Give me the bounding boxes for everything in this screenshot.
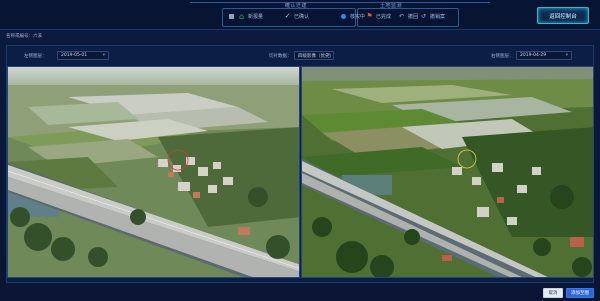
add-to-map-button[interactable]: 添加至图 bbox=[566, 288, 594, 298]
app-window: 確认迁建 土地监测 ⌂ 新报量 ✓ 已确认 核实中 ⚑ 已完成 ↶ 撤回 ↺ 撤… bbox=[0, 0, 600, 301]
left-date-select[interactable]: 2019-05-01 ▾ bbox=[57, 51, 109, 60]
undo-icon: ↶ bbox=[398, 13, 405, 20]
left-date-label: 左侧图层： bbox=[24, 54, 47, 59]
uturn-icon: ↺ bbox=[420, 13, 427, 20]
chevron-down-icon: ▾ bbox=[565, 53, 568, 58]
top-filter-bar: 確认迁建 土地监测 ⌂ 新报量 ✓ 已确认 核实中 ⚑ 已完成 ↶ 撤回 ↺ 撤… bbox=[0, 0, 600, 30]
filter-confirmed-label: 已确认 bbox=[294, 14, 310, 20]
left-aerial-scene bbox=[8, 67, 299, 277]
right-date-label: 右侧图层： bbox=[491, 54, 514, 59]
chevron-down-icon: ▾ bbox=[102, 53, 105, 58]
center-data-select[interactable]: 四级影像（优先） ▾ bbox=[294, 51, 334, 60]
filter-new-label: 新报量 bbox=[248, 14, 264, 20]
house-icon: ⌂ bbox=[238, 12, 245, 21]
filter-done[interactable]: ⚑ 已完成 bbox=[366, 12, 392, 21]
filter-revoked[interactable]: ↺ 撤销案 bbox=[420, 13, 445, 20]
filter-done-label: 已完成 bbox=[376, 14, 392, 20]
right-date-select[interactable]: 2019-04-29 ▾ bbox=[516, 51, 572, 60]
filter-new[interactable]: ⌂ 新报量 bbox=[228, 12, 264, 21]
right-aerial-image[interactable] bbox=[301, 66, 594, 278]
chevron-down-icon: ▾ bbox=[327, 53, 330, 58]
filter-withdraw-label: 撤回 bbox=[408, 14, 419, 20]
compare-controls: 左侧图层： 2019-05-01 ▾ 切片数据： 四级影像（优先） ▾ 右侧图层… bbox=[7, 46, 595, 66]
filter-confirmed[interactable]: ✓ 已确认 bbox=[284, 12, 310, 21]
filter-withdraw[interactable]: ↶ 撤回 bbox=[398, 13, 418, 20]
right-aerial-scene bbox=[302, 67, 593, 277]
back-to-console-button[interactable]: 返回控制台 bbox=[537, 7, 589, 24]
filter-revoked-label: 撤销案 bbox=[430, 14, 446, 20]
filter-verifying-label: 核实中 bbox=[350, 14, 366, 20]
right-date-value: 2019-04-29 bbox=[520, 53, 547, 58]
compare-panel: 左侧图层： 2019-05-01 ▾ 切片数据： 四级影像（优先） ▾ 右侧图层… bbox=[6, 45, 594, 283]
cancel-button[interactable]: 取消 bbox=[543, 288, 563, 298]
center-data-label: 切片数据： bbox=[269, 54, 292, 59]
info-text: 名称或编号：六溪 bbox=[6, 34, 42, 39]
filter-verifying[interactable]: 核实中 bbox=[340, 13, 365, 20]
square-icon bbox=[228, 13, 235, 20]
left-date-value: 2019-05-01 bbox=[61, 53, 88, 58]
check-icon: ✓ bbox=[284, 12, 291, 20]
left-aerial-image[interactable] bbox=[7, 66, 300, 278]
dot-icon bbox=[340, 13, 347, 20]
flag-icon: ⚑ bbox=[366, 12, 373, 20]
